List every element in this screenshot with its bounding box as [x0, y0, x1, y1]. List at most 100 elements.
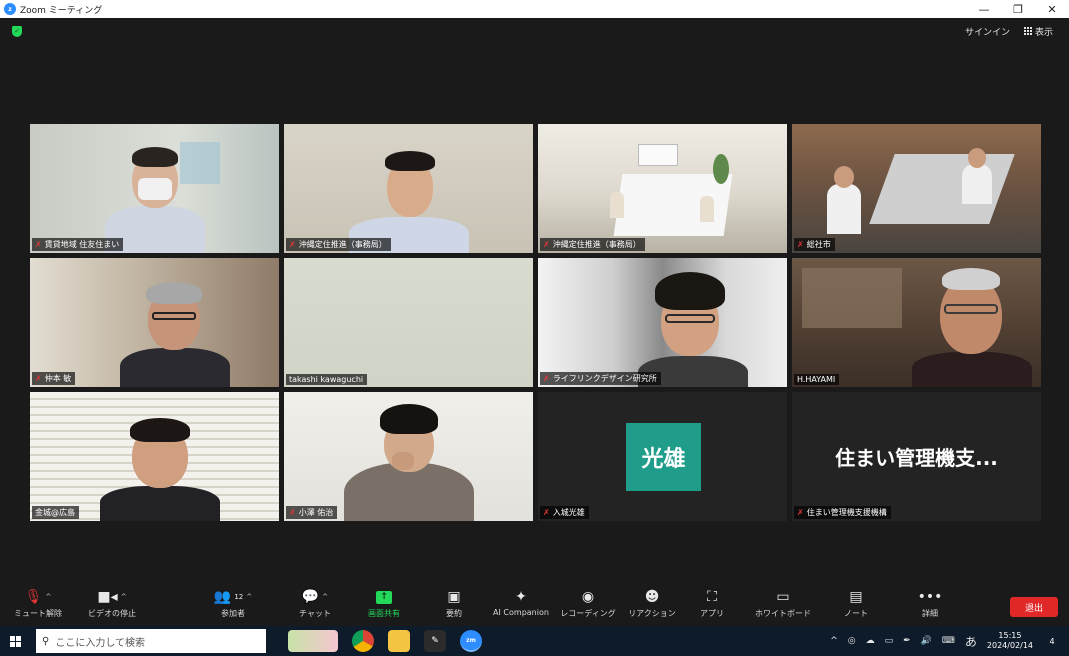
whiteboard-label: ホワイトボード	[755, 609, 811, 618]
file-explorer-icon[interactable]	[388, 630, 410, 652]
mic-muted-icon: ✗	[289, 240, 296, 249]
participants-button[interactable]: 👥 12 ^ 参加者	[198, 586, 268, 626]
chat-bubble-icon: 💬	[301, 589, 320, 605]
unmute-button[interactable]: 🎙 ^ ミュート解除	[8, 586, 68, 626]
reactions-button[interactable]: ☻ リアクション	[624, 586, 680, 626]
notification-icon[interactable]: 4	[1043, 632, 1061, 650]
paint-icon[interactable]: ✎	[424, 630, 446, 652]
video-tile-no-video[interactable]: 住まい管理機支... ✗ 住まい管理機支援機構	[792, 392, 1041, 521]
apps-button[interactable]: ⛶ アプリ	[694, 586, 730, 626]
stop-video-button[interactable]: ■◂ ^ ビデオの停止	[78, 586, 146, 626]
cloud-icon[interactable]: ☁	[866, 636, 875, 646]
participant-name: 住まい管理機支援機構	[806, 508, 887, 517]
video-feed	[538, 124, 787, 253]
speaker-icon[interactable]: 🔊	[921, 636, 932, 646]
windows-start-icon[interactable]	[0, 626, 30, 656]
meeting-toolbar: 🎙 ^ ミュート解除 ■◂ ^ ビデオの停止 👥 12 ^ 参加者 💬 ^ チャット ↑ …	[0, 586, 1069, 626]
view-button[interactable]: 表示	[1020, 23, 1057, 40]
video-tile-no-video[interactable]: 光雄 ✗ 入城光雄	[538, 392, 787, 521]
mic-muted-icon: ✗	[289, 508, 296, 517]
system-tray: ^ ◎ ☁ ▭ ✒ 🔊 ⌨ あ 15:15 2024/02/14 4	[830, 631, 1061, 651]
zoom-meeting-window: z Zoom ミーティング — ❐ ✕ ✓ サインイン 表示 ✗ 賃貸地域 住友…	[0, 0, 1069, 656]
whiteboard-button[interactable]: ▭ ホワイトボード	[748, 586, 818, 626]
mic-muted-icon: ✗	[35, 374, 42, 383]
participant-name-tag: ✗ 入城光雄	[540, 506, 589, 519]
participant-count: 12	[234, 593, 244, 601]
network-icon[interactable]: ▭	[885, 636, 894, 646]
security-shield-icon[interactable]: ✓	[12, 25, 22, 37]
video-tile[interactable]: ✗ 仲本 敏	[30, 258, 279, 387]
video-tile[interactable]: ✗ 沖縄定住推進（事務局）	[538, 124, 787, 253]
chat-button[interactable]: 💬 ^ チャット	[290, 586, 340, 626]
participant-name-tag: 金城@広島	[32, 506, 79, 519]
zoom-logo-icon: z	[4, 3, 16, 15]
taskbar-search-box[interactable]: ⚲ ここに入力して検索	[36, 629, 266, 653]
video-feed	[538, 258, 787, 387]
clock-time: 15:15	[998, 631, 1022, 640]
video-tile[interactable]: ✗ 総社市	[792, 124, 1041, 253]
caret-up-icon[interactable]: ^	[45, 593, 51, 601]
mic-muted-icon: ✗	[543, 508, 550, 517]
video-feed	[30, 392, 279, 521]
participants-label: 参加者	[221, 609, 245, 618]
keyboard-icon[interactable]: ⌨	[942, 636, 955, 646]
participant-name: 金城@広島	[35, 508, 75, 517]
meeting-header: ✓ サインイン 表示	[0, 18, 1069, 44]
video-tile[interactable]: ✗ 賃貸地域 住友住まい	[30, 124, 279, 253]
participant-name: 総社市	[806, 240, 831, 249]
pen-icon[interactable]: ✒	[903, 636, 911, 646]
ai-companion-button[interactable]: ✦ AI Companion	[488, 586, 554, 626]
ime-indicator[interactable]: あ	[965, 633, 977, 650]
summary-label: 要約	[446, 609, 462, 618]
video-feed	[30, 258, 279, 387]
video-tile[interactable]: ✗ ライフリンクデザイン研究所	[538, 258, 787, 387]
video-tile[interactable]: ✗ 小澤 佑治	[284, 392, 533, 521]
taskbar-clock[interactable]: 15:15 2024/02/14	[987, 631, 1033, 651]
share-screen-button[interactable]: ↑ 画面共有	[358, 586, 410, 626]
participant-name-tag: ✗ 小澤 佑治	[286, 506, 338, 519]
mic-muted-icon: ✗	[543, 240, 550, 249]
participant-name: 沖縄定住推進（事務局）	[552, 240, 641, 249]
birds-widget-icon[interactable]	[288, 630, 338, 652]
caret-up-icon[interactable]: ^	[246, 593, 252, 601]
sparkle-icon: ✦	[515, 589, 527, 605]
participant-name-tag: ✗ 総社市	[794, 238, 835, 251]
record-icon: ◉	[581, 589, 595, 605]
mic-muted-icon: ✗	[35, 240, 42, 249]
minimize-button[interactable]: —	[967, 0, 1001, 18]
search-placeholder: ここに入力して検索	[55, 637, 146, 649]
participant-name: 沖縄定住推進（事務局）	[298, 240, 387, 249]
chrome-icon[interactable]	[352, 630, 374, 652]
video-tile[interactable]: 金城@広島	[30, 392, 279, 521]
leave-button[interactable]: 退出	[1010, 597, 1058, 617]
emoji-icon: ☻	[644, 589, 660, 605]
copilot-icon[interactable]: ◎	[848, 636, 856, 646]
participant-name-tag: H.HAYAMI	[794, 374, 840, 385]
apps-icon: ⛶	[707, 589, 717, 605]
video-feed	[284, 392, 533, 521]
participant-name-tag: ✗ 沖縄定住推進（事務局）	[540, 238, 645, 251]
record-button[interactable]: ◉ レコーディング	[560, 586, 616, 626]
more-button[interactable]: ••• 詳細	[912, 586, 948, 626]
signin-button[interactable]: サインイン	[961, 23, 1014, 40]
windows-taskbar: ⚲ ここに入力して検索 ✎ zm ^ ◎ ☁ ▭ ✒ 🔊 ⌨ あ 15:15 2…	[0, 626, 1069, 656]
maximize-button[interactable]: ❐	[1001, 0, 1035, 18]
video-tile-active-speaker[interactable]: H.HAYAMI	[792, 258, 1041, 387]
stop-video-label: ビデオの停止	[88, 609, 136, 618]
caret-up-icon[interactable]: ^	[322, 593, 328, 601]
chevron-up-icon[interactable]: ^	[830, 636, 838, 646]
video-feed	[284, 258, 533, 387]
title-bar: z Zoom ミーティング — ❐ ✕	[0, 0, 1069, 18]
video-tile[interactable]: takashi kawaguchi	[284, 258, 533, 387]
apps-label: アプリ	[700, 609, 724, 618]
close-button[interactable]: ✕	[1035, 0, 1069, 18]
participant-name-tag: ✗ 賃貸地域 住友住まい	[32, 238, 124, 251]
zoom-app-icon[interactable]: zm	[460, 630, 482, 652]
participant-name: H.HAYAMI	[797, 375, 836, 384]
caret-up-icon[interactable]: ^	[121, 593, 127, 601]
video-tile[interactable]: ✗ 沖縄定住推進（事務局）	[284, 124, 533, 253]
grid-view-icon	[1023, 27, 1032, 35]
summary-button[interactable]: ▣ 要約	[436, 586, 472, 626]
notes-button[interactable]: ▤ ノート	[836, 586, 876, 626]
share-screen-icon: ↑	[376, 590, 392, 604]
